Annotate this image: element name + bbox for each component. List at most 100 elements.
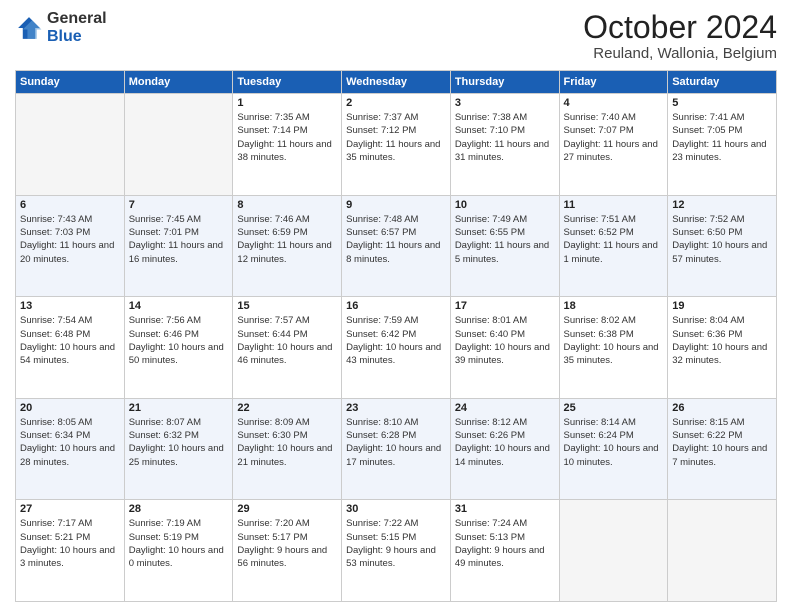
day-number: 22 — [237, 402, 337, 414]
calendar-header-row: Sunday Monday Tuesday Wednesday Thursday… — [16, 71, 777, 94]
day-number: 4 — [564, 97, 664, 109]
day-detail: Sunrise: 8:07 AMSunset: 6:32 PMDaylight:… — [129, 416, 229, 469]
calendar-week-row: 20Sunrise: 8:05 AMSunset: 6:34 PMDayligh… — [16, 398, 777, 500]
day-detail: Sunrise: 8:02 AMSunset: 6:38 PMDaylight:… — [564, 314, 664, 367]
day-detail: Sunrise: 8:14 AMSunset: 6:24 PMDaylight:… — [564, 416, 664, 469]
col-tuesday: Tuesday — [233, 71, 342, 94]
col-saturday: Saturday — [668, 71, 777, 94]
day-number: 12 — [672, 199, 772, 211]
day-detail: Sunrise: 7:19 AMSunset: 5:19 PMDaylight:… — [129, 517, 229, 570]
day-detail: Sunrise: 7:52 AMSunset: 6:50 PMDaylight:… — [672, 213, 772, 266]
col-monday: Monday — [124, 71, 233, 94]
day-detail: Sunrise: 7:38 AMSunset: 7:10 PMDaylight:… — [455, 111, 555, 164]
table-row: 7 Sunrise: 7:45 AMSunset: 7:01 PMDaylight… — [124, 195, 233, 297]
day-detail: Sunrise: 7:40 AMSunset: 7:07 PMDaylight:… — [564, 111, 664, 164]
day-detail: Sunrise: 7:59 AMSunset: 6:42 PMDaylight:… — [346, 314, 446, 367]
col-sunday: Sunday — [16, 71, 125, 94]
subtitle: Reuland, Wallonia, Belgium — [583, 45, 777, 62]
table-row: 27Sunrise: 7:17 AMSunset: 5:21 PMDayligh… — [16, 500, 125, 602]
table-row: 10 Sunrise: 7:49 AMSunset: 6:55 PMDayligh… — [450, 195, 559, 297]
day-number: 11 — [564, 199, 664, 211]
table-row: 30 Sunrise: 7:22 AMSunset: 5:15 PMDayligh… — [342, 500, 451, 602]
table-row: 16Sunrise: 7:59 AMSunset: 6:42 PMDayligh… — [342, 297, 451, 399]
day-number: 21 — [129, 402, 229, 414]
day-number: 24 — [455, 402, 555, 414]
day-number: 2 — [346, 97, 446, 109]
day-number: 10 — [455, 199, 555, 211]
logo-icon — [15, 14, 43, 42]
table-row: 12 Sunrise: 7:52 AMSunset: 6:50 PMDayligh… — [668, 195, 777, 297]
col-friday: Friday — [559, 71, 668, 94]
main-title: October 2024 — [583, 10, 777, 45]
day-number: 1 — [237, 97, 337, 109]
table-row: 29 Sunrise: 7:20 AMSunset: 5:17 PMDayligh… — [233, 500, 342, 602]
calendar-week-row: 1 Sunrise: 7:35 AMSunset: 7:14 PMDaylight… — [16, 94, 777, 196]
calendar-week-row: 13 Sunrise: 7:54 AMSunset: 6:48 PMDayligh… — [16, 297, 777, 399]
day-detail: Sunrise: 7:54 AMSunset: 6:48 PMDaylight:… — [20, 314, 120, 367]
day-number: 20 — [20, 402, 120, 414]
table-row: 28Sunrise: 7:19 AMSunset: 5:19 PMDayligh… — [124, 500, 233, 602]
table-row: 19 Sunrise: 8:04 AMSunset: 6:36 PMDayligh… — [668, 297, 777, 399]
table-row — [16, 94, 125, 196]
table-row — [559, 500, 668, 602]
day-number: 13 — [20, 300, 120, 312]
day-detail: Sunrise: 7:49 AMSunset: 6:55 PMDaylight:… — [455, 213, 555, 266]
day-number: 19 — [672, 300, 772, 312]
table-row: 24 Sunrise: 8:12 AMSunset: 6:26 PMDayligh… — [450, 398, 559, 500]
table-row: 25 Sunrise: 8:14 AMSunset: 6:24 PMDayligh… — [559, 398, 668, 500]
table-row: 8Sunrise: 7:46 AMSunset: 6:59 PMDaylight… — [233, 195, 342, 297]
day-detail: Sunrise: 7:43 AMSunset: 7:03 PMDaylight:… — [20, 213, 120, 266]
day-detail: Sunrise: 7:56 AMSunset: 6:46 PMDaylight:… — [129, 314, 229, 367]
day-number: 25 — [564, 402, 664, 414]
day-detail: Sunrise: 7:37 AMSunset: 7:12 PMDaylight:… — [346, 111, 446, 164]
day-number: 18 — [564, 300, 664, 312]
day-number: 14 — [129, 300, 229, 312]
day-detail: Sunrise: 7:57 AMSunset: 6:44 PMDaylight:… — [237, 314, 337, 367]
table-row: 4 Sunrise: 7:40 AMSunset: 7:07 PMDaylight… — [559, 94, 668, 196]
day-number: 17 — [455, 300, 555, 312]
day-number: 15 — [237, 300, 337, 312]
day-number: 3 — [455, 97, 555, 109]
day-detail: Sunrise: 7:24 AMSunset: 5:13 PMDaylight:… — [455, 517, 555, 570]
table-row: 23 Sunrise: 8:10 AMSunset: 6:28 PMDayligh… — [342, 398, 451, 500]
table-row: 5Sunrise: 7:41 AMSunset: 7:05 PMDaylight… — [668, 94, 777, 196]
day-number: 8 — [237, 199, 337, 211]
day-detail: Sunrise: 7:20 AMSunset: 5:17 PMDaylight:… — [237, 517, 337, 570]
day-detail: Sunrise: 7:48 AMSunset: 6:57 PMDaylight:… — [346, 213, 446, 266]
day-number: 7 — [129, 199, 229, 211]
page: General Blue October 2024 Reuland, Wallo… — [0, 0, 792, 612]
table-row: 20Sunrise: 8:05 AMSunset: 6:34 PMDayligh… — [16, 398, 125, 500]
table-row: 2 Sunrise: 7:37 AMSunset: 7:12 PMDaylight… — [342, 94, 451, 196]
day-detail: Sunrise: 8:04 AMSunset: 6:36 PMDaylight:… — [672, 314, 772, 367]
day-number: 30 — [346, 503, 446, 515]
day-number: 5 — [672, 97, 772, 109]
col-thursday: Thursday — [450, 71, 559, 94]
table-row: 22 Sunrise: 8:09 AMSunset: 6:30 PMDayligh… — [233, 398, 342, 500]
table-row: 26Sunrise: 8:15 AMSunset: 6:22 PMDayligh… — [668, 398, 777, 500]
day-number: 31 — [455, 503, 555, 515]
calendar-week-row: 27Sunrise: 7:17 AMSunset: 5:21 PMDayligh… — [16, 500, 777, 602]
day-detail: Sunrise: 7:51 AMSunset: 6:52 PMDaylight:… — [564, 213, 664, 266]
day-number: 23 — [346, 402, 446, 414]
day-number: 29 — [237, 503, 337, 515]
day-detail: Sunrise: 8:09 AMSunset: 6:30 PMDaylight:… — [237, 416, 337, 469]
table-row: 3 Sunrise: 7:38 AMSunset: 7:10 PMDaylight… — [450, 94, 559, 196]
table-row: 31 Sunrise: 7:24 AMSunset: 5:13 PMDayligh… — [450, 500, 559, 602]
logo-blue: Blue — [47, 28, 107, 46]
calendar-week-row: 6Sunrise: 7:43 AMSunset: 7:03 PMDaylight… — [16, 195, 777, 297]
day-detail: Sunrise: 8:01 AMSunset: 6:40 PMDaylight:… — [455, 314, 555, 367]
day-detail: Sunrise: 7:35 AMSunset: 7:14 PMDaylight:… — [237, 111, 337, 164]
day-detail: Sunrise: 7:45 AMSunset: 7:01 PMDaylight:… — [129, 213, 229, 266]
table-row: 6Sunrise: 7:43 AMSunset: 7:03 PMDaylight… — [16, 195, 125, 297]
day-detail: Sunrise: 8:12 AMSunset: 6:26 PMDaylight:… — [455, 416, 555, 469]
logo-general: General — [47, 10, 107, 28]
table-row: 21 Sunrise: 8:07 AMSunset: 6:32 PMDayligh… — [124, 398, 233, 500]
table-row: 13 Sunrise: 7:54 AMSunset: 6:48 PMDayligh… — [16, 297, 125, 399]
day-detail: Sunrise: 8:10 AMSunset: 6:28 PMDaylight:… — [346, 416, 446, 469]
table-row: 17 Sunrise: 8:01 AMSunset: 6:40 PMDayligh… — [450, 297, 559, 399]
day-detail: Sunrise: 7:22 AMSunset: 5:15 PMDaylight:… — [346, 517, 446, 570]
title-block: October 2024 Reuland, Wallonia, Belgium — [583, 10, 777, 62]
table-row: 18 Sunrise: 8:02 AMSunset: 6:38 PMDayligh… — [559, 297, 668, 399]
logo: General Blue — [15, 10, 107, 45]
table-row: 14 Sunrise: 7:56 AMSunset: 6:46 PMDayligh… — [124, 297, 233, 399]
